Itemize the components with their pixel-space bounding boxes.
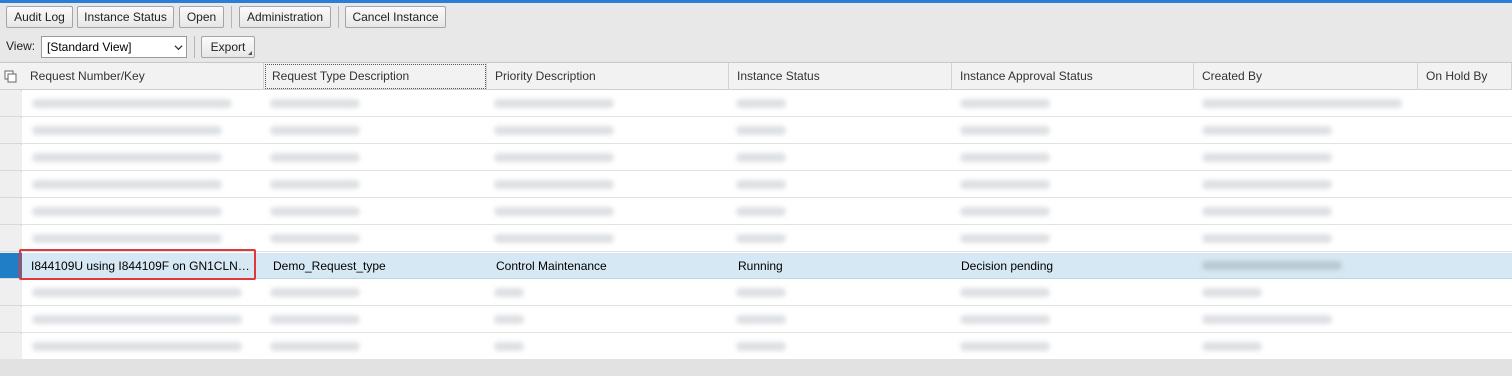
table-row[interactable] <box>22 226 1512 252</box>
table-row[interactable] <box>22 199 1512 225</box>
table-row[interactable] <box>22 118 1512 144</box>
row-selector[interactable] <box>0 118 22 144</box>
column-header-created-by[interactable]: Created By <box>1194 63 1418 90</box>
row-selector-selected[interactable] <box>0 253 22 279</box>
instance-status-cell: Running <box>738 259 783 273</box>
administration-button[interactable]: Administration <box>239 6 331 28</box>
menu-indicator-icon <box>248 51 252 55</box>
row-selector[interactable] <box>0 334 22 360</box>
open-button[interactable]: Open <box>179 6 224 28</box>
column-header-instance-status[interactable]: Instance Status <box>729 63 952 90</box>
request-key-cell[interactable]: I844109U using I844109F on GN1CLN… <box>22 253 264 279</box>
export-button[interactable]: Export <box>201 36 255 58</box>
priority-cell: Control Maintenance <box>496 259 607 273</box>
row-selector[interactable] <box>0 226 22 252</box>
row-selector[interactable] <box>0 307 22 333</box>
cancel-instance-button[interactable]: Cancel Instance <box>345 6 446 28</box>
toolbar-separator <box>231 6 232 28</box>
export-label: Export <box>210 40 246 54</box>
view-value: [Standard View] <box>47 40 132 54</box>
table-row-selected[interactable]: I844109U using I844109F on GN1CLN… Demo_… <box>22 253 1512 279</box>
column-header-request-type[interactable]: Request Type Description <box>264 63 487 90</box>
table-row[interactable] <box>22 280 1512 306</box>
toolbar-separator <box>194 36 195 58</box>
select-all-icon[interactable] <box>4 70 18 84</box>
approval-status-cell: Decision pending <box>961 259 1054 273</box>
table-row[interactable] <box>22 145 1512 171</box>
instance-status-button[interactable]: Instance Status <box>77 6 174 28</box>
request-table: Request Number/Key Request Type Descript… <box>0 62 1512 360</box>
row-selector[interactable] <box>0 172 22 198</box>
request-type-cell: Demo_Request_type <box>273 259 386 273</box>
row-selector[interactable] <box>0 91 22 117</box>
table-row[interactable] <box>22 172 1512 198</box>
chevron-down-icon <box>174 45 183 51</box>
bottom-bar <box>0 359 1512 376</box>
table-row[interactable] <box>22 334 1512 360</box>
view-dropdown[interactable]: [Standard View] <box>41 36 187 58</box>
audit-log-button[interactable]: Audit Log <box>6 6 73 28</box>
toolbar-separator <box>338 6 339 28</box>
column-header-priority[interactable]: Priority Description <box>487 63 729 90</box>
table-row[interactable] <box>22 307 1512 333</box>
row-selector[interactable] <box>0 199 22 225</box>
table-header: Request Number/Key Request Type Descript… <box>0 63 1512 90</box>
toolbar: Audit Log Instance Status Open Administr… <box>0 3 1512 61</box>
column-header-approval-status[interactable]: Instance Approval Status <box>952 63 1194 90</box>
row-selector[interactable] <box>0 280 22 306</box>
table-row[interactable] <box>22 91 1512 117</box>
column-header-on-hold-by[interactable]: On Hold By <box>1418 63 1512 90</box>
row-selector[interactable] <box>0 145 22 171</box>
view-label: View: <box>6 39 36 53</box>
column-header-request-number[interactable]: Request Number/Key <box>22 63 264 90</box>
